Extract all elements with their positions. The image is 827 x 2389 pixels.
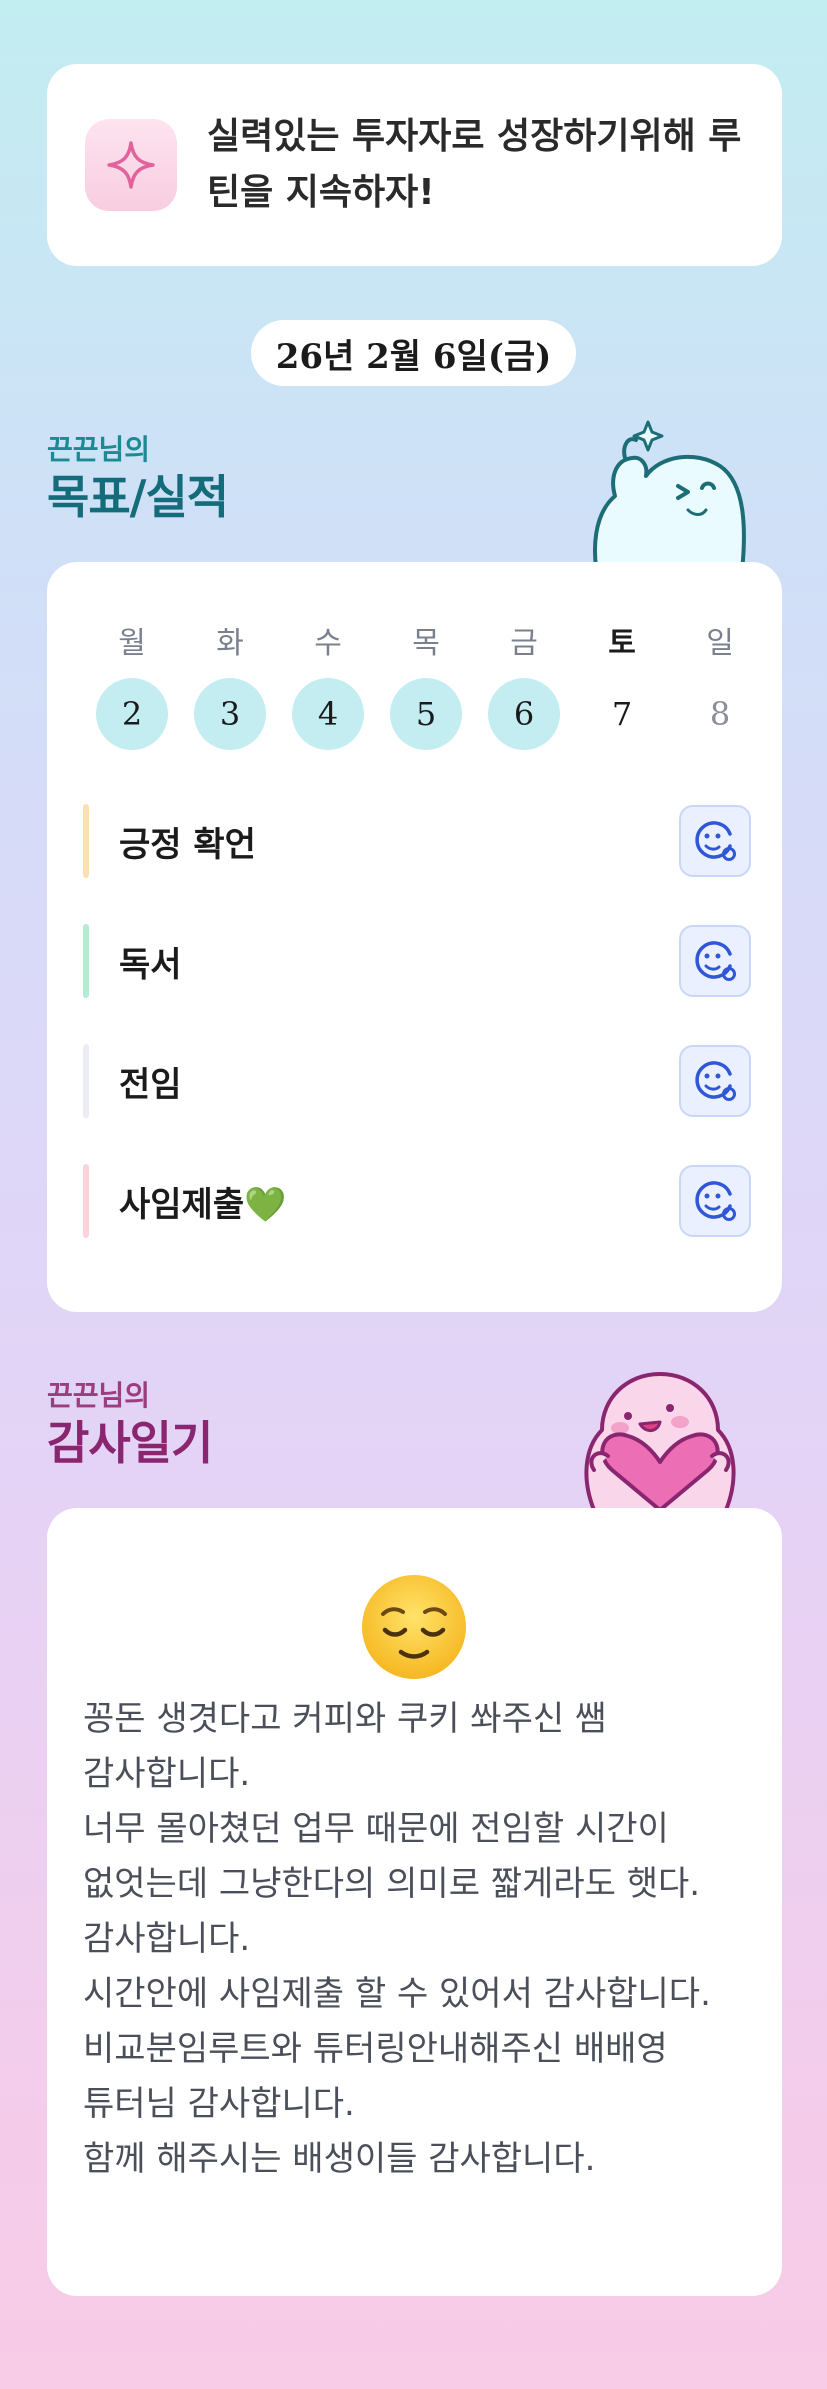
goal-row: 사임제출💚 [83,1164,751,1238]
date-number: 3 [194,678,266,750]
weekday-label: 수 [314,626,342,661]
date-number: 2 [96,678,168,750]
sparkle-icon [85,119,177,211]
goal-row: 독서 [83,924,751,998]
goal-label: 독서 [119,944,182,985]
goal-color-bar [83,1044,89,1118]
date-pill[interactable]: 26년 2월 6일(금) [251,320,576,386]
weekday-label: 월 [118,626,146,661]
smile-plus-icon[interactable] [679,925,751,997]
motto-card: 실력있는 투자자로 성장하기위해 루틴을 지속하자! [47,64,782,266]
goal-color-bar [83,804,89,878]
heart-mascot-icon [572,1370,748,1514]
smile-plus-icon[interactable] [679,1165,751,1237]
goal-row: 긍정 확언 [83,804,751,878]
date-cell[interactable]: 6 [475,678,573,750]
goals-title: 목표/실적 [47,470,229,524]
smile-plus-icon[interactable] [679,1045,751,1117]
date-cell[interactable]: 5 [377,678,475,750]
diary-card: 꽁돈 생겻다고 커피와 쿠키 쏴주신 쌤 감사합니다. 너무 몰아쳤던 업무 때… [47,1508,782,2296]
date-cell[interactable]: 7 [573,678,671,750]
motto-text: 실력있는 투자자로 성장하기위해 루틴을 지속하자! [207,116,742,213]
diary-entry-text: 꽁돈 생겻다고 커피와 쿠키 쏴주신 쌤 감사합니다. 너무 몰아쳤던 업무 때… [83,1699,711,2179]
goal-label: 사임제출💚 [119,1184,287,1225]
diary-title: 감사일기 [47,1416,213,1470]
date-cell[interactable]: 2 [83,678,181,750]
weekday-label: 목 [412,626,440,661]
weekday-label: 금 [510,626,538,661]
goal-label: 전임 [119,1064,182,1105]
weekday-header: 월 화 수 목 금 토 일 [83,618,769,662]
smile-plus-icon[interactable] [679,805,751,877]
date-number: 4 [292,678,364,750]
date-cell[interactable]: 8 [671,678,769,750]
goal-color-bar [83,924,89,998]
date-number: 7 [611,695,633,733]
goal-row: 전임 [83,1044,751,1118]
weekday-label: 화 [216,626,244,661]
date-number: 6 [488,678,560,750]
date-cell[interactable]: 4 [279,678,377,750]
goal-label: 긍정 확언 [119,824,256,865]
goal-color-bar [83,1164,89,1238]
relieved-face-icon [359,1572,469,1686]
weekday-label-today: 토 [608,626,636,661]
date-number: 5 [390,678,462,750]
week-dates: 2 3 4 5 6 7 8 [83,678,769,750]
goals-card: 월 화 수 목 금 토 일 2 3 4 5 6 7 8 긍정 확언 독서 전임 [47,562,782,1312]
date-cell[interactable]: 3 [181,678,279,750]
weekday-label: 일 [706,626,734,661]
date-number: 8 [709,695,731,733]
